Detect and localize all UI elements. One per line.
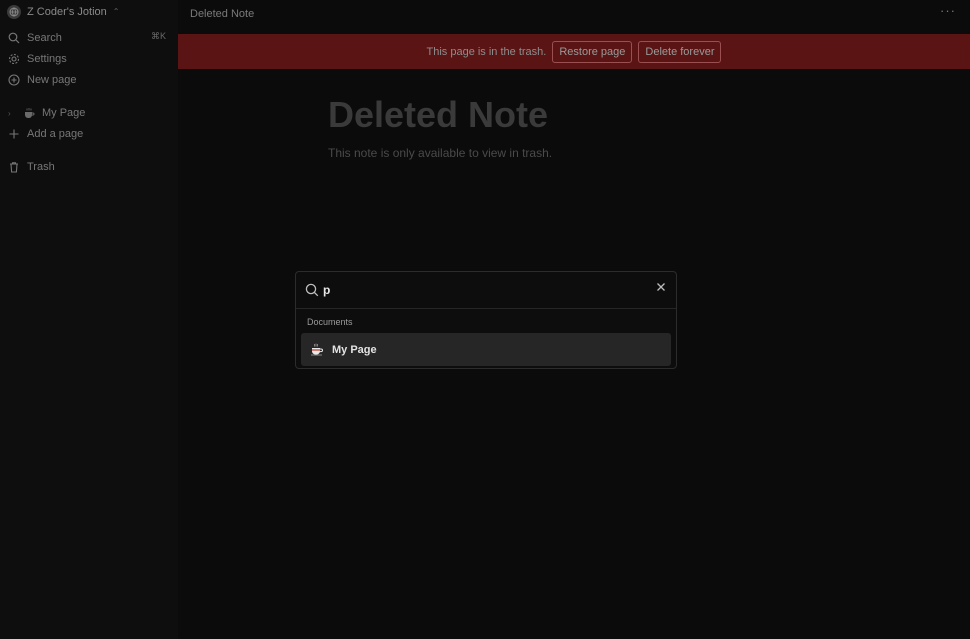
- search-command-dialog: Documents My Page: [295, 271, 677, 369]
- workspace-name: Z Coder's Jotion: [27, 6, 107, 18]
- top-bar: Deleted Note ···: [178, 0, 970, 34]
- search-shortcut: ⌘K: [150, 31, 166, 41]
- sidebar: Z Coder's Jotion ⌃ Search ⌘K Settings Ne…: [0, 0, 178, 639]
- sidebar-page-item[interactable]: › My Page: [8, 105, 168, 121]
- workspace-avatar-icon: [7, 5, 21, 19]
- sidebar-item-settings[interactable]: Settings: [8, 51, 168, 67]
- breadcrumb[interactable]: Deleted Note: [190, 8, 254, 20]
- page-subtitle: This note is only available to view in t…: [328, 146, 553, 160]
- search-icon: [305, 283, 319, 297]
- dialog-search-bar: [296, 272, 676, 309]
- search-result-item[interactable]: My Page: [301, 333, 671, 366]
- gear-icon: [8, 53, 20, 65]
- plus-circle-icon: [8, 74, 20, 86]
- trash-icon: [10, 162, 18, 173]
- sidebar-item-label: Trash: [27, 161, 55, 173]
- restore-page-button[interactable]: Restore page: [552, 40, 633, 63]
- trash-banner: This page is in the trash. Restore page …: [178, 34, 970, 69]
- sidebar-item-label: New page: [27, 74, 77, 86]
- sidebar-item-add-page[interactable]: Add a page: [8, 126, 168, 142]
- more-options-icon[interactable]: ···: [940, 3, 956, 18]
- delete-forever-button[interactable]: Delete forever: [638, 40, 722, 63]
- plus-icon: [9, 129, 19, 139]
- sidebar-item-label: Settings: [27, 53, 67, 65]
- chevron-right-icon[interactable]: ›: [8, 109, 16, 118]
- results-group-heading: Documents: [307, 317, 353, 327]
- sidebar-item-trash[interactable]: Trash: [8, 159, 168, 175]
- sidebar-item-search[interactable]: Search ⌘K: [8, 30, 168, 46]
- trash-banner-message: This page is in the trash.: [426, 45, 547, 58]
- page-title: Deleted Note: [328, 94, 549, 135]
- coffee-cup-icon: [311, 343, 323, 356]
- chevron-up-down-icon: ⌃: [112, 7, 120, 16]
- sidebar-item-label: Add a page: [27, 128, 84, 140]
- sidebar-item-label: Search: [27, 32, 62, 44]
- sidebar-page-title: My Page: [42, 107, 86, 119]
- close-icon[interactable]: [656, 282, 666, 292]
- search-input[interactable]: [323, 281, 643, 299]
- workspace-switcher[interactable]: Z Coder's Jotion ⌃: [7, 4, 119, 20]
- search-icon: [8, 32, 20, 44]
- search-result-title: My Page: [332, 343, 377, 356]
- sidebar-item-new-page[interactable]: New page: [8, 72, 168, 88]
- coffee-cup-icon: [25, 108, 35, 118]
